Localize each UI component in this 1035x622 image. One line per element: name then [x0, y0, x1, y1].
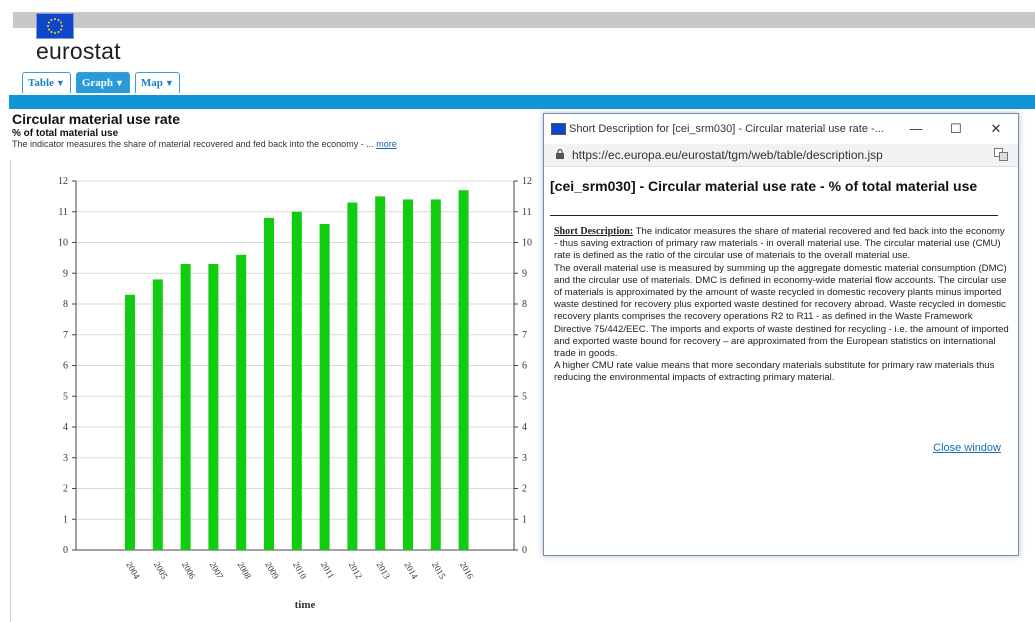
y-tick-label: 11 [58, 207, 68, 218]
bar-2016[interactable] [458, 190, 469, 550]
maximize-button[interactable]: ☐ [944, 120, 968, 138]
tab-table-label: Table [28, 77, 54, 89]
caret-down-icon: ▼ [164, 78, 174, 88]
y-tick-label-right: 4 [522, 422, 527, 433]
x-tick-label: 2009 [263, 560, 281, 581]
y-tick-label: 0 [63, 545, 68, 556]
y-tick-label: 4 [63, 422, 68, 433]
tab-graph-label: Graph [81, 77, 113, 89]
popup-title-bar[interactable]: Short Description for [cei_srm030] - Cir… [544, 114, 1018, 144]
tab-map[interactable]: Map ▼ [134, 72, 180, 93]
minimize-button[interactable]: — [904, 120, 928, 138]
x-tick-label: 2014 [402, 560, 420, 581]
popup-divider [550, 215, 998, 216]
y-tick-label-right: 8 [522, 299, 527, 310]
view-tabs: Table ▼ Graph ▼ Map ▼ [22, 72, 180, 93]
chart-left-border [10, 160, 11, 622]
y-tick-label: 10 [58, 238, 68, 249]
x-axis-label: time [295, 599, 316, 611]
bar-chart: 0 01 12 23 34 45 56 67 78 89 910 1011 1112 122004 2005… [58, 176, 532, 611]
bar-2004[interactable] [125, 294, 135, 550]
popup-window-title: Short Description for [cei_srm030] - Cir… [569, 123, 884, 135]
bar-2013[interactable] [375, 196, 386, 550]
bar-2006[interactable] [180, 264, 191, 550]
y-tick-label-right: 1 [522, 514, 527, 525]
x-tick-label: 2010 [291, 560, 309, 581]
popup-paragraph: Short Description: The indicator measure… [554, 226, 1010, 263]
lock-icon [556, 149, 564, 159]
eurostat-logo[interactable]: eurostat [36, 38, 121, 65]
bar-2014[interactable] [403, 199, 413, 550]
y-tick-label: 6 [63, 361, 68, 372]
y-tick-label-right: 11 [522, 207, 532, 218]
popup-url[interactable]: https://ec.europa.eu/eurostat/tgm/web/ta… [572, 148, 883, 162]
tab-table[interactable]: Table ▼ [22, 72, 71, 93]
bar-2011[interactable] [319, 224, 330, 551]
y-tick-label-right: 12 [522, 176, 532, 187]
x-tick-label: 2007 [208, 560, 226, 581]
x-tick-label: 2016 [458, 560, 476, 581]
x-tick-label: 2011 [319, 560, 336, 580]
tab-map-label: Map [140, 77, 163, 89]
accent-bar [9, 95, 1035, 109]
x-tick-label: 2013 [374, 560, 392, 581]
popup-paragraph-3: A higher CMU rate value means that more … [554, 360, 995, 384]
bar-2012[interactable] [347, 202, 358, 550]
bar-2007[interactable] [208, 264, 219, 550]
translate-glyph-icon [994, 148, 1008, 161]
y-tick-label: 5 [63, 391, 68, 402]
y-tick-label-right: 7 [522, 330, 527, 341]
bar-2008[interactable] [236, 254, 247, 551]
y-tick-label-right: 3 [522, 453, 527, 464]
y-tick-label: 1 [63, 514, 68, 525]
y-tick-label-right: 6 [522, 361, 527, 372]
eu-stars-icon [47, 18, 63, 34]
x-tick-label: 2008 [235, 560, 253, 581]
popup-address-bar: https://ec.europa.eu/eurostat/tgm/web/ta… [544, 144, 1018, 167]
dataset-title: Circular material use rate [12, 111, 181, 127]
y-tick-label-right: 5 [522, 391, 527, 402]
caret-down-icon: ▼ [55, 78, 65, 88]
close-window-link[interactable]: Close window [933, 442, 1001, 454]
bar-2005[interactable] [152, 279, 163, 550]
y-tick-label: 2 [63, 484, 68, 495]
y-tick-label-right: 2 [522, 484, 527, 495]
y-tick-label: 9 [63, 268, 68, 279]
eu-flag-icon [36, 13, 74, 39]
y-tick-label-right: 0 [522, 545, 527, 556]
tab-graph[interactable]: Graph ▼ [75, 72, 130, 93]
dataset-subtitle: % of total material use [12, 128, 119, 139]
bar-2015[interactable] [430, 199, 441, 550]
y-tick-label-right: 9 [522, 268, 527, 279]
eu-flag-icon [551, 123, 566, 135]
y-tick-label: 8 [63, 299, 68, 310]
x-tick-label: 2006 [180, 560, 198, 581]
close-window-button[interactable]: ✕ [984, 120, 1008, 138]
more-link[interactable]: more [376, 139, 397, 149]
y-tick-label: 3 [63, 453, 68, 464]
y-tick-label: 12 [58, 176, 68, 187]
popup-body: Short Description: The indicator measure… [554, 226, 1010, 385]
y-tick-label-right: 10 [522, 238, 532, 249]
description-text: The indicator measures the share of mate… [12, 139, 374, 149]
popup-paragraph-2: The overall material use is measured by … [554, 262, 1009, 360]
popup-heading: [cei_srm030] - Circular material use rat… [550, 178, 978, 194]
short-description-label: Short Description: [554, 226, 634, 237]
x-tick-label: 2015 [430, 560, 448, 581]
translate-icon[interactable] [994, 148, 1008, 161]
bar-2009[interactable] [264, 217, 274, 550]
bar-2010[interactable] [291, 211, 302, 550]
y-tick-label: 7 [63, 330, 68, 341]
description-popup-window: Short Description for [cei_srm030] - Cir… [543, 113, 1019, 556]
top-grey-bar [13, 12, 1035, 28]
caret-down-icon: ▼ [115, 78, 124, 88]
x-tick-label: 2005 [152, 560, 170, 581]
x-tick-label: 2004 [124, 560, 142, 581]
x-tick-label: 2012 [347, 560, 365, 581]
dataset-description: The indicator measures the share of mate… [12, 139, 397, 149]
